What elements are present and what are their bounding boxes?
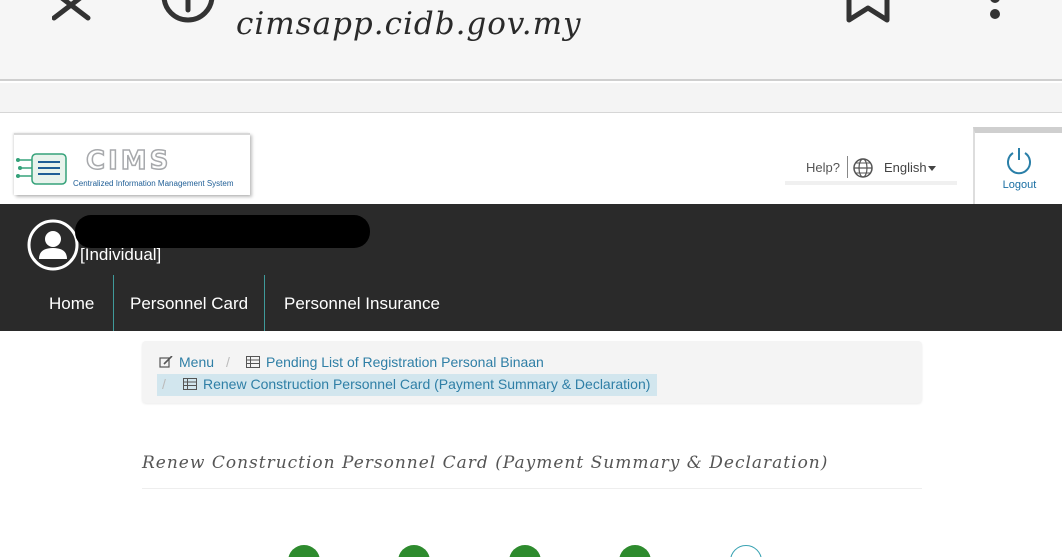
globe-icon[interactable] [852, 157, 874, 179]
edit-icon [159, 356, 173, 368]
logout-label: Logout [1002, 179, 1037, 191]
close-icon[interactable] [52, 0, 92, 22]
more-vert-icon[interactable] [984, 0, 1006, 22]
table-icon [246, 356, 260, 368]
user-role: [Individual] [80, 245, 162, 264]
breadcrumb-pending-label: Pending List of Registration Personal Bi… [266, 354, 544, 370]
logo-tagline: Centralized Information Management Syste… [73, 179, 234, 188]
user-avatar-icon[interactable] [27, 219, 79, 271]
caret-down-icon [927, 166, 936, 172]
breadcrumb-current: / Renew Construction Personnel Card (Pay… [157, 374, 657, 396]
table-icon [183, 378, 197, 390]
circuit-logo-icon [16, 153, 67, 185]
breadcrumb-pending-link[interactable]: Pending List of Registration Personal Bi… [246, 354, 544, 370]
site-header: CIMS Centralized Information Management … [0, 114, 1062, 204]
cims-logo[interactable]: CIMS Centralized Information Management … [14, 133, 250, 195]
redacted-username [75, 215, 370, 248]
heading-divider [142, 488, 922, 489]
logout-button[interactable]: Logout [973, 127, 1062, 204]
utility-bar: Help? English [785, 151, 957, 185]
utility-divider [847, 156, 848, 178]
page-title: Renew Construction Personnel Card (Payme… [142, 453, 829, 473]
step-5-current[interactable] [730, 545, 762, 557]
step-3-done[interactable] [509, 545, 541, 557]
browser-toolbar: cimsapp.cidb.gov.my [0, 0, 1062, 81]
tab-home[interactable]: Home [49, 275, 94, 331]
breadcrumb: Menu / Pending List of Registration Pers… [142, 341, 922, 403]
help-link[interactable]: Help? [806, 160, 840, 175]
tab-personnel-insurance[interactable]: Personnel Insurance [284, 275, 440, 331]
breadcrumb-separator: / [226, 354, 230, 370]
step-4-done[interactable] [619, 545, 651, 557]
language-select[interactable]: English [884, 160, 936, 175]
browser-gap [0, 83, 1062, 113]
main-nav-tabs: Home Personnel Card Personnel Insurance [0, 275, 1062, 331]
power-icon [1007, 148, 1031, 175]
tab-personnel-card[interactable]: Personnel Card [113, 275, 266, 331]
breadcrumb-separator: / [162, 376, 166, 392]
breadcrumb-current-item: Renew Construction Personnel Card (Payme… [183, 376, 650, 392]
url-bar-text[interactable]: cimsapp.cidb.gov.my [236, 6, 582, 42]
info-icon[interactable] [160, 0, 216, 26]
bookmark-icon[interactable] [846, 0, 890, 24]
breadcrumb-menu-link[interactable]: Menu [159, 354, 214, 370]
step-2-done[interactable] [398, 545, 430, 557]
step-1-done[interactable] [288, 545, 320, 557]
breadcrumb-menu-label: Menu [179, 354, 215, 370]
language-label: English [884, 160, 927, 175]
user-nav-bar: [Individual] Home Personnel Card Personn… [0, 204, 1062, 331]
logo-wordmark: CIMS [85, 145, 172, 177]
breadcrumb-current-label: Renew Construction Personnel Card (Payme… [203, 376, 651, 392]
